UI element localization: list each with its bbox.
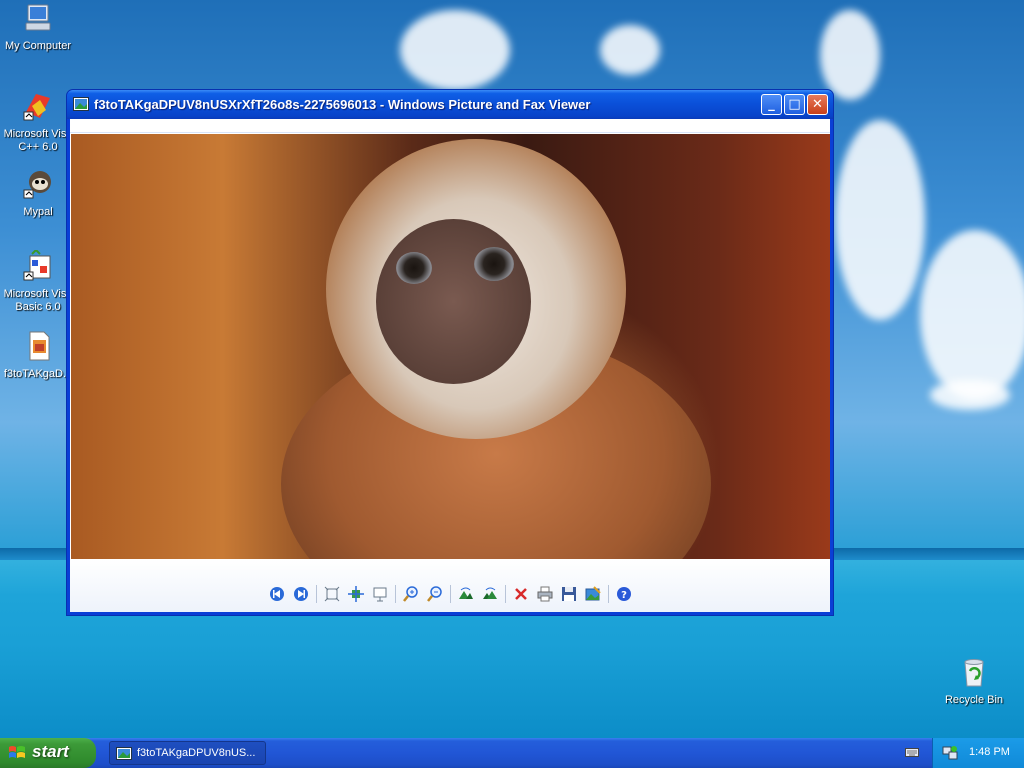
- best-fit-icon: [324, 586, 340, 602]
- picture-viewer-icon: [116, 747, 132, 760]
- toolbar-separator: [395, 585, 396, 603]
- start-label: start: [32, 742, 69, 761]
- monkey-eye-left: [396, 252, 432, 284]
- system-tray: 1:48 PM: [932, 738, 1024, 768]
- desktop-icon-label: f3toTAKgaD...: [3, 368, 73, 380]
- viewer-toolbar-area: ?: [70, 559, 830, 612]
- desktop-icon-label: Microsoft Visu C++ 6.0: [3, 128, 73, 153]
- window-title: f3toTAKgaDPUV8nUSXrXfT26o8s-2275696013 -…: [94, 97, 591, 112]
- desktop-cloud: [820, 10, 880, 100]
- zoom-out-icon: [427, 586, 442, 602]
- help-button[interactable]: ?: [614, 584, 634, 604]
- toolbar-separator: [316, 585, 317, 603]
- clock[interactable]: 1:48 PM: [969, 746, 1010, 758]
- taskbar-window-button[interactable]: f3toTAKgaDPUV8nUS...: [109, 741, 266, 765]
- svg-text:?: ?: [621, 590, 627, 601]
- monkey-eye-right: [474, 247, 514, 281]
- picture-viewer-icon: [73, 97, 89, 111]
- mypal-icon: [23, 171, 51, 199]
- actual-size-icon: [348, 586, 364, 602]
- next-image-icon: [294, 587, 308, 601]
- desktop-icon-visual-cpp[interactable]: Microsoft Visu C++ 6.0: [0, 90, 76, 154]
- slideshow-button[interactable]: [370, 584, 390, 604]
- desktop-icon-visual-basic[interactable]: Microsoft Visu Basic 6.0: [0, 248, 76, 314]
- help-icon: ?: [617, 587, 631, 601]
- desktop-cloud: [400, 10, 510, 90]
- network-icon[interactable]: [942, 745, 958, 761]
- picture-viewer-window[interactable]: f3toTAKgaDPUV8nUSXrXfT26o8s-2275696013 -…: [66, 89, 834, 616]
- delete-button[interactable]: [511, 584, 531, 604]
- open-for-editing-button[interactable]: [583, 584, 603, 604]
- copy-to-button[interactable]: [559, 584, 579, 604]
- computer-icon: [25, 4, 51, 31]
- displayed-photo: [71, 134, 830, 559]
- desktop-icon-label: Microsoft Visu Basic 6.0: [3, 288, 73, 313]
- zoom-in-button[interactable]: [401, 584, 421, 604]
- edit-image-icon: [585, 586, 601, 601]
- monkey-face: [376, 219, 531, 384]
- slideshow-icon: [373, 587, 387, 602]
- previous-image-icon: [270, 587, 284, 601]
- taskbar: start f3toTAKgaDPUV8nUS... 1:48 PM: [0, 738, 1024, 768]
- desktop-icon-recycle-bin[interactable]: Recycle Bin: [936, 656, 1012, 707]
- visual-cpp-icon: [23, 94, 50, 121]
- delete-icon: [515, 588, 527, 600]
- best-fit-button[interactable]: [322, 584, 342, 604]
- desktop-cloud: [835, 120, 925, 320]
- window-client-area: ?: [70, 119, 830, 612]
- desktop-icon-mypal[interactable]: Mypal: [0, 168, 76, 219]
- rotate-clockwise-button[interactable]: [456, 584, 476, 604]
- print-button[interactable]: [535, 584, 555, 604]
- desktop-icon-my-computer[interactable]: My Computer: [0, 2, 76, 53]
- windows-flag-icon: [9, 746, 25, 758]
- keyboard-icon[interactable]: [905, 746, 919, 758]
- recycle-bin-icon: [964, 659, 984, 687]
- desktop-icon-label: My Computer: [4, 40, 72, 52]
- rotate-clockwise-icon: [459, 587, 473, 599]
- start-button[interactable]: start: [0, 738, 96, 768]
- viewer-toolbar: ?: [265, 584, 636, 604]
- toolbar-separator: [505, 585, 506, 603]
- desktop-icon-image-file[interactable]: f3toTAKgaD...: [0, 330, 76, 381]
- print-icon: [537, 586, 553, 602]
- rotate-counterclockwise-button[interactable]: [480, 584, 500, 604]
- next-image-button[interactable]: [291, 584, 311, 604]
- toolbar-separator: [608, 585, 609, 603]
- visual-basic-icon: [23, 248, 51, 281]
- save-disk-icon: [562, 587, 576, 601]
- desktop-icon-label: Mypal: [23, 206, 53, 218]
- zoom-out-button[interactable]: [425, 584, 445, 604]
- desktop-cloud: [920, 230, 1024, 400]
- zoom-in-icon: [403, 586, 418, 602]
- image-file-icon: [29, 331, 50, 361]
- toolbar-separator: [450, 585, 451, 603]
- rotate-counterclockwise-icon: [483, 587, 497, 599]
- taskbar-window-label: f3toTAKgaDPUV8nUS...: [137, 747, 256, 759]
- previous-image-button[interactable]: [267, 584, 287, 604]
- minimize-button[interactable]: _: [761, 94, 782, 115]
- desktop-cloud: [600, 25, 660, 75]
- viewer-top-strip: [70, 119, 830, 133]
- desktop-cloud: [930, 380, 1010, 410]
- actual-size-button[interactable]: [346, 584, 366, 604]
- maximize-button[interactable]: □: [784, 94, 805, 115]
- window-title-bar[interactable]: f3toTAKgaDPUV8nUSXrXfT26o8s-2275696013 -…: [67, 90, 833, 119]
- close-button[interactable]: ✕: [807, 94, 828, 115]
- desktop-icon-label: Recycle Bin: [944, 694, 1004, 706]
